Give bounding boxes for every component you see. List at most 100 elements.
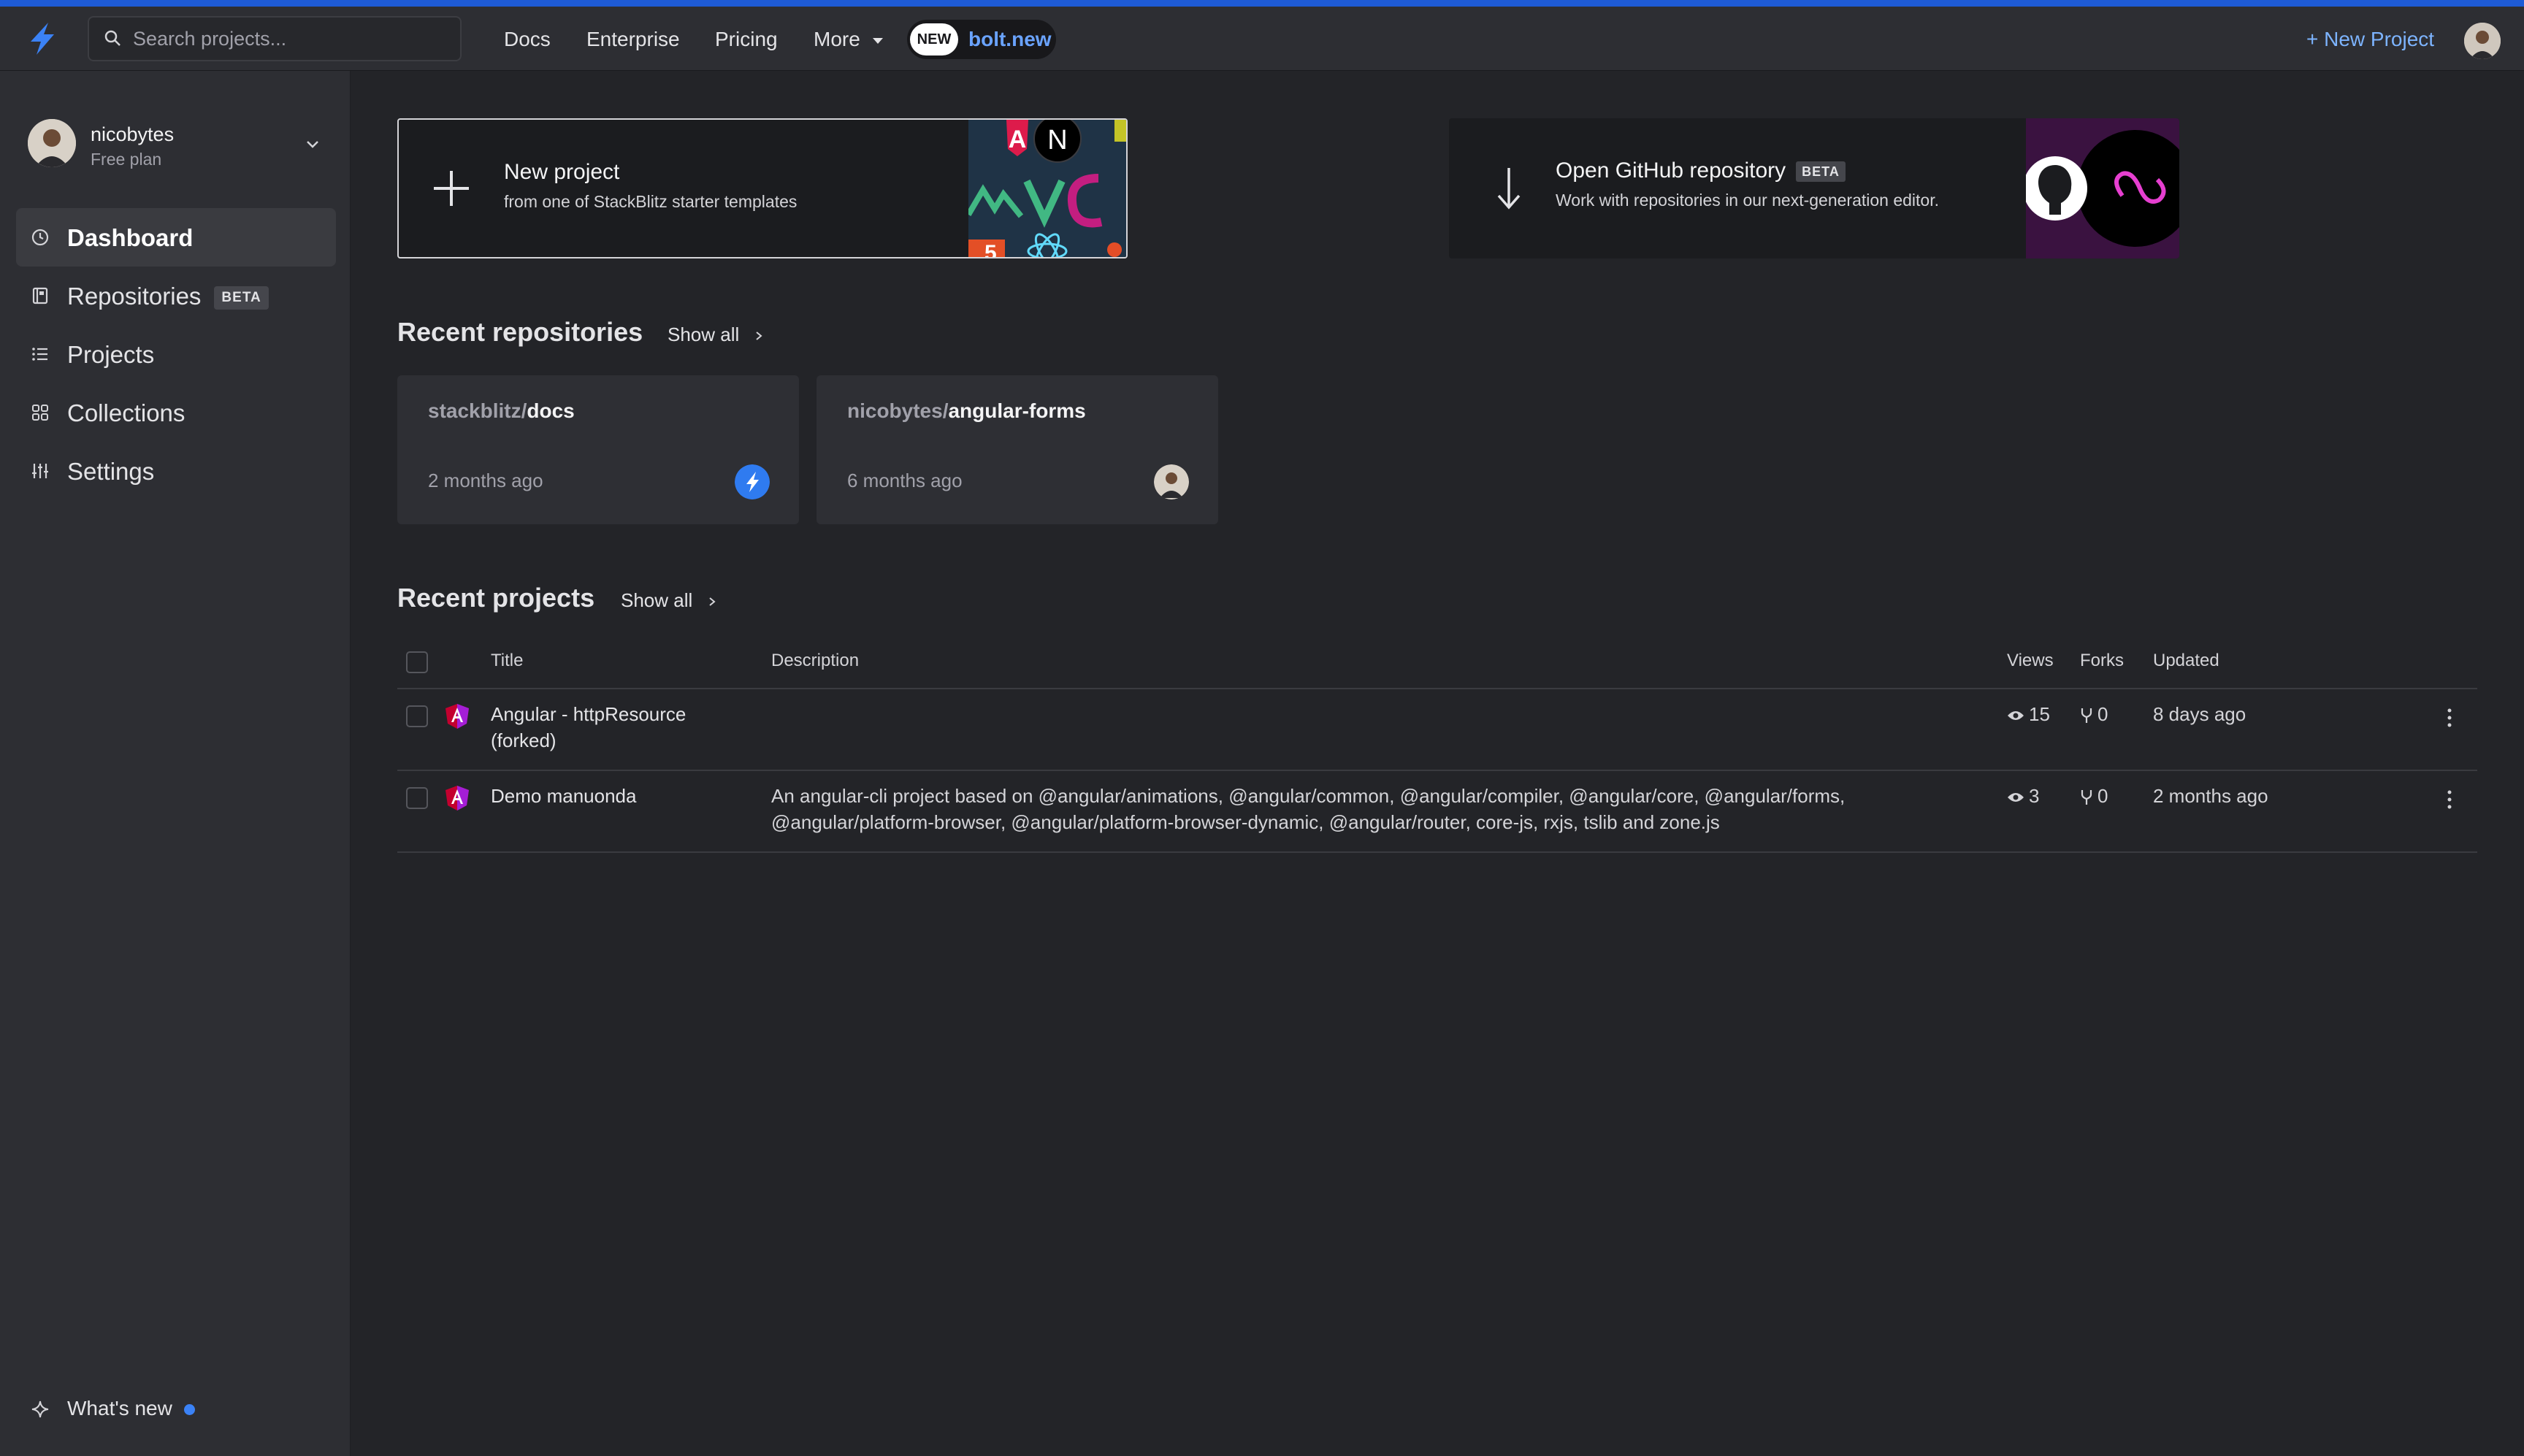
- show-all-projects-link[interactable]: Show all: [621, 589, 717, 612]
- eye-icon: [2008, 793, 2024, 802]
- project-title-line: Angular - httpResource: [491, 703, 687, 725]
- search-box: [88, 16, 462, 61]
- views-count: 15: [2029, 703, 2050, 725]
- sidebar-item-label: Dashboard: [67, 224, 194, 251]
- user-avatar[interactable]: [2464, 23, 2501, 59]
- column-updated: Updated: [2153, 651, 2219, 670]
- sliders-icon: [32, 464, 48, 478]
- more-options-icon[interactable]: [2447, 707, 2452, 729]
- beta-badge: BETA: [214, 286, 269, 310]
- chevron-right-icon: [708, 597, 716, 606]
- bolt-new-label: bolt.new: [968, 28, 1052, 50]
- table-divider: [397, 770, 2477, 771]
- nav-more-menu[interactable]: More: [814, 27, 884, 52]
- project-views: 15: [2007, 701, 2050, 727]
- column-description: Description: [771, 651, 860, 670]
- nav-docs-link[interactable]: Docs: [504, 27, 551, 52]
- repo-card[interactable]: nicobytes/angular-forms 6 months ago: [817, 375, 1218, 524]
- more-options-icon[interactable]: [2447, 789, 2452, 811]
- row-checkbox[interactable]: [406, 787, 428, 809]
- repo-name: stackblitz/docs: [428, 399, 575, 424]
- github-card-subtitle: Work with repositories in our next-gener…: [1556, 191, 1940, 210]
- svg-text:N: N: [1047, 125, 1067, 156]
- new-project-subtitle: from one of StackBlitz starter templates: [504, 192, 798, 211]
- list-icon: [32, 348, 47, 361]
- description-line: @angular/platform-browser, @angular/plat…: [771, 811, 1720, 833]
- sidebar-item-label: Settings: [67, 458, 155, 485]
- repo-updated: 6 months ago: [847, 470, 963, 491]
- top-navigation-bar: Docs Enterprise Pricing More NEW bolt.ne…: [0, 7, 2524, 71]
- repo-updated: 2 months ago: [428, 470, 543, 491]
- grid-icon: [32, 405, 48, 421]
- new-project-button[interactable]: + New Project: [2306, 27, 2434, 52]
- project-title[interactable]: Angular - httpResource (forked): [491, 701, 686, 754]
- views-count: 3: [2029, 785, 2040, 807]
- beta-badge: BETA: [1796, 161, 1846, 183]
- new-badge: NEW: [910, 23, 958, 55]
- show-all-label: Show all: [668, 323, 740, 345]
- repo-card[interactable]: stackblitz/docs 2 months ago: [397, 375, 799, 524]
- table-divider: [397, 688, 2477, 689]
- svg-text:A: A: [1009, 126, 1027, 153]
- forks-count: 0: [2097, 703, 2108, 725]
- description-line: An angular-cli project based on @angular…: [771, 785, 1846, 807]
- project-updated: 8 days ago: [2153, 703, 2246, 725]
- owner-avatar: [1154, 464, 1189, 499]
- show-all-label: Show all: [621, 589, 693, 611]
- recent-projects-heading: Recent projects: [397, 583, 595, 613]
- search-icon: [104, 30, 121, 46]
- github-codeflow-graphic: [2026, 118, 2179, 258]
- avatar-image: [2464, 23, 2501, 59]
- show-all-repositories-link[interactable]: Show all: [668, 323, 764, 346]
- fork-icon: [2081, 790, 2092, 805]
- whats-new-label: What's new: [67, 1397, 172, 1419]
- nav-pricing-link[interactable]: Pricing: [715, 27, 778, 52]
- row-checkbox[interactable]: [406, 705, 428, 727]
- top-accent-line: [0, 0, 2524, 7]
- angular-icon: [445, 704, 469, 729]
- caret-down-icon: [872, 37, 883, 44]
- github-card-title: Open GitHub repository BETA: [1556, 158, 1846, 184]
- open-github-repo-card[interactable]: Open GitHub repository BETA Work with rep…: [1449, 118, 2179, 258]
- account-name: nicobytes: [91, 123, 175, 145]
- nav-more-label: More: [814, 28, 860, 50]
- chevron-down-icon: [307, 141, 318, 148]
- select-all-checkbox[interactable]: [406, 651, 428, 673]
- nav-enterprise-link[interactable]: Enterprise: [586, 27, 680, 52]
- sidebar-item-dashboard[interactable]: Dashboard: [16, 208, 336, 267]
- eye-icon: [2008, 711, 2024, 721]
- recent-repositories-heading: Recent repositories: [397, 317, 643, 347]
- search-input[interactable]: [133, 18, 454, 60]
- repo-owner: stackblitz/: [428, 399, 527, 422]
- project-description: An angular-cli project based on @angular…: [771, 783, 1969, 835]
- svg-text:5: 5: [984, 241, 997, 258]
- account-avatar: [28, 119, 76, 167]
- chevron-right-icon: [755, 332, 762, 340]
- arrow-down-icon: [1497, 168, 1521, 210]
- project-title[interactable]: Demo manuonda: [491, 783, 636, 809]
- bolt-new-link[interactable]: NEW bolt.new: [907, 20, 1056, 59]
- repo-owner: nicobytes/: [847, 399, 949, 422]
- sidebar-item-repositories[interactable]: Repositories BETA: [16, 267, 336, 325]
- github-card-title-text: Open GitHub repository: [1556, 158, 1786, 183]
- repo-slug: angular-forms: [948, 399, 1086, 422]
- repo-icon: [32, 287, 48, 304]
- sidebar-item-settings[interactable]: Settings: [16, 442, 336, 500]
- column-views: Views: [2007, 651, 2054, 670]
- new-project-card[interactable]: New project from one of StackBlitz start…: [397, 118, 1128, 258]
- project-title-line: (forked): [491, 729, 557, 751]
- repo-name: nicobytes/angular-forms: [847, 399, 1086, 424]
- stackblitz-bolt-icon: [735, 464, 770, 499]
- sidebar-item-collections[interactable]: Collections: [16, 383, 336, 442]
- forks-count: 0: [2097, 785, 2108, 807]
- sidebar-item-projects[interactable]: Projects: [16, 325, 336, 383]
- framework-logos-collage: A N 5: [968, 120, 1126, 258]
- notification-dot: [184, 1404, 195, 1415]
- column-title: Title: [491, 651, 524, 670]
- stackblitz-logo-icon[interactable]: [29, 23, 56, 55]
- account-plan: Free plan: [91, 150, 162, 169]
- account-switcher[interactable]: nicobytes Free plan: [28, 119, 323, 170]
- whats-new-link[interactable]: What's new: [29, 1394, 248, 1423]
- project-title-line: Demo manuonda: [491, 785, 637, 807]
- fork-icon: [2081, 708, 2092, 724]
